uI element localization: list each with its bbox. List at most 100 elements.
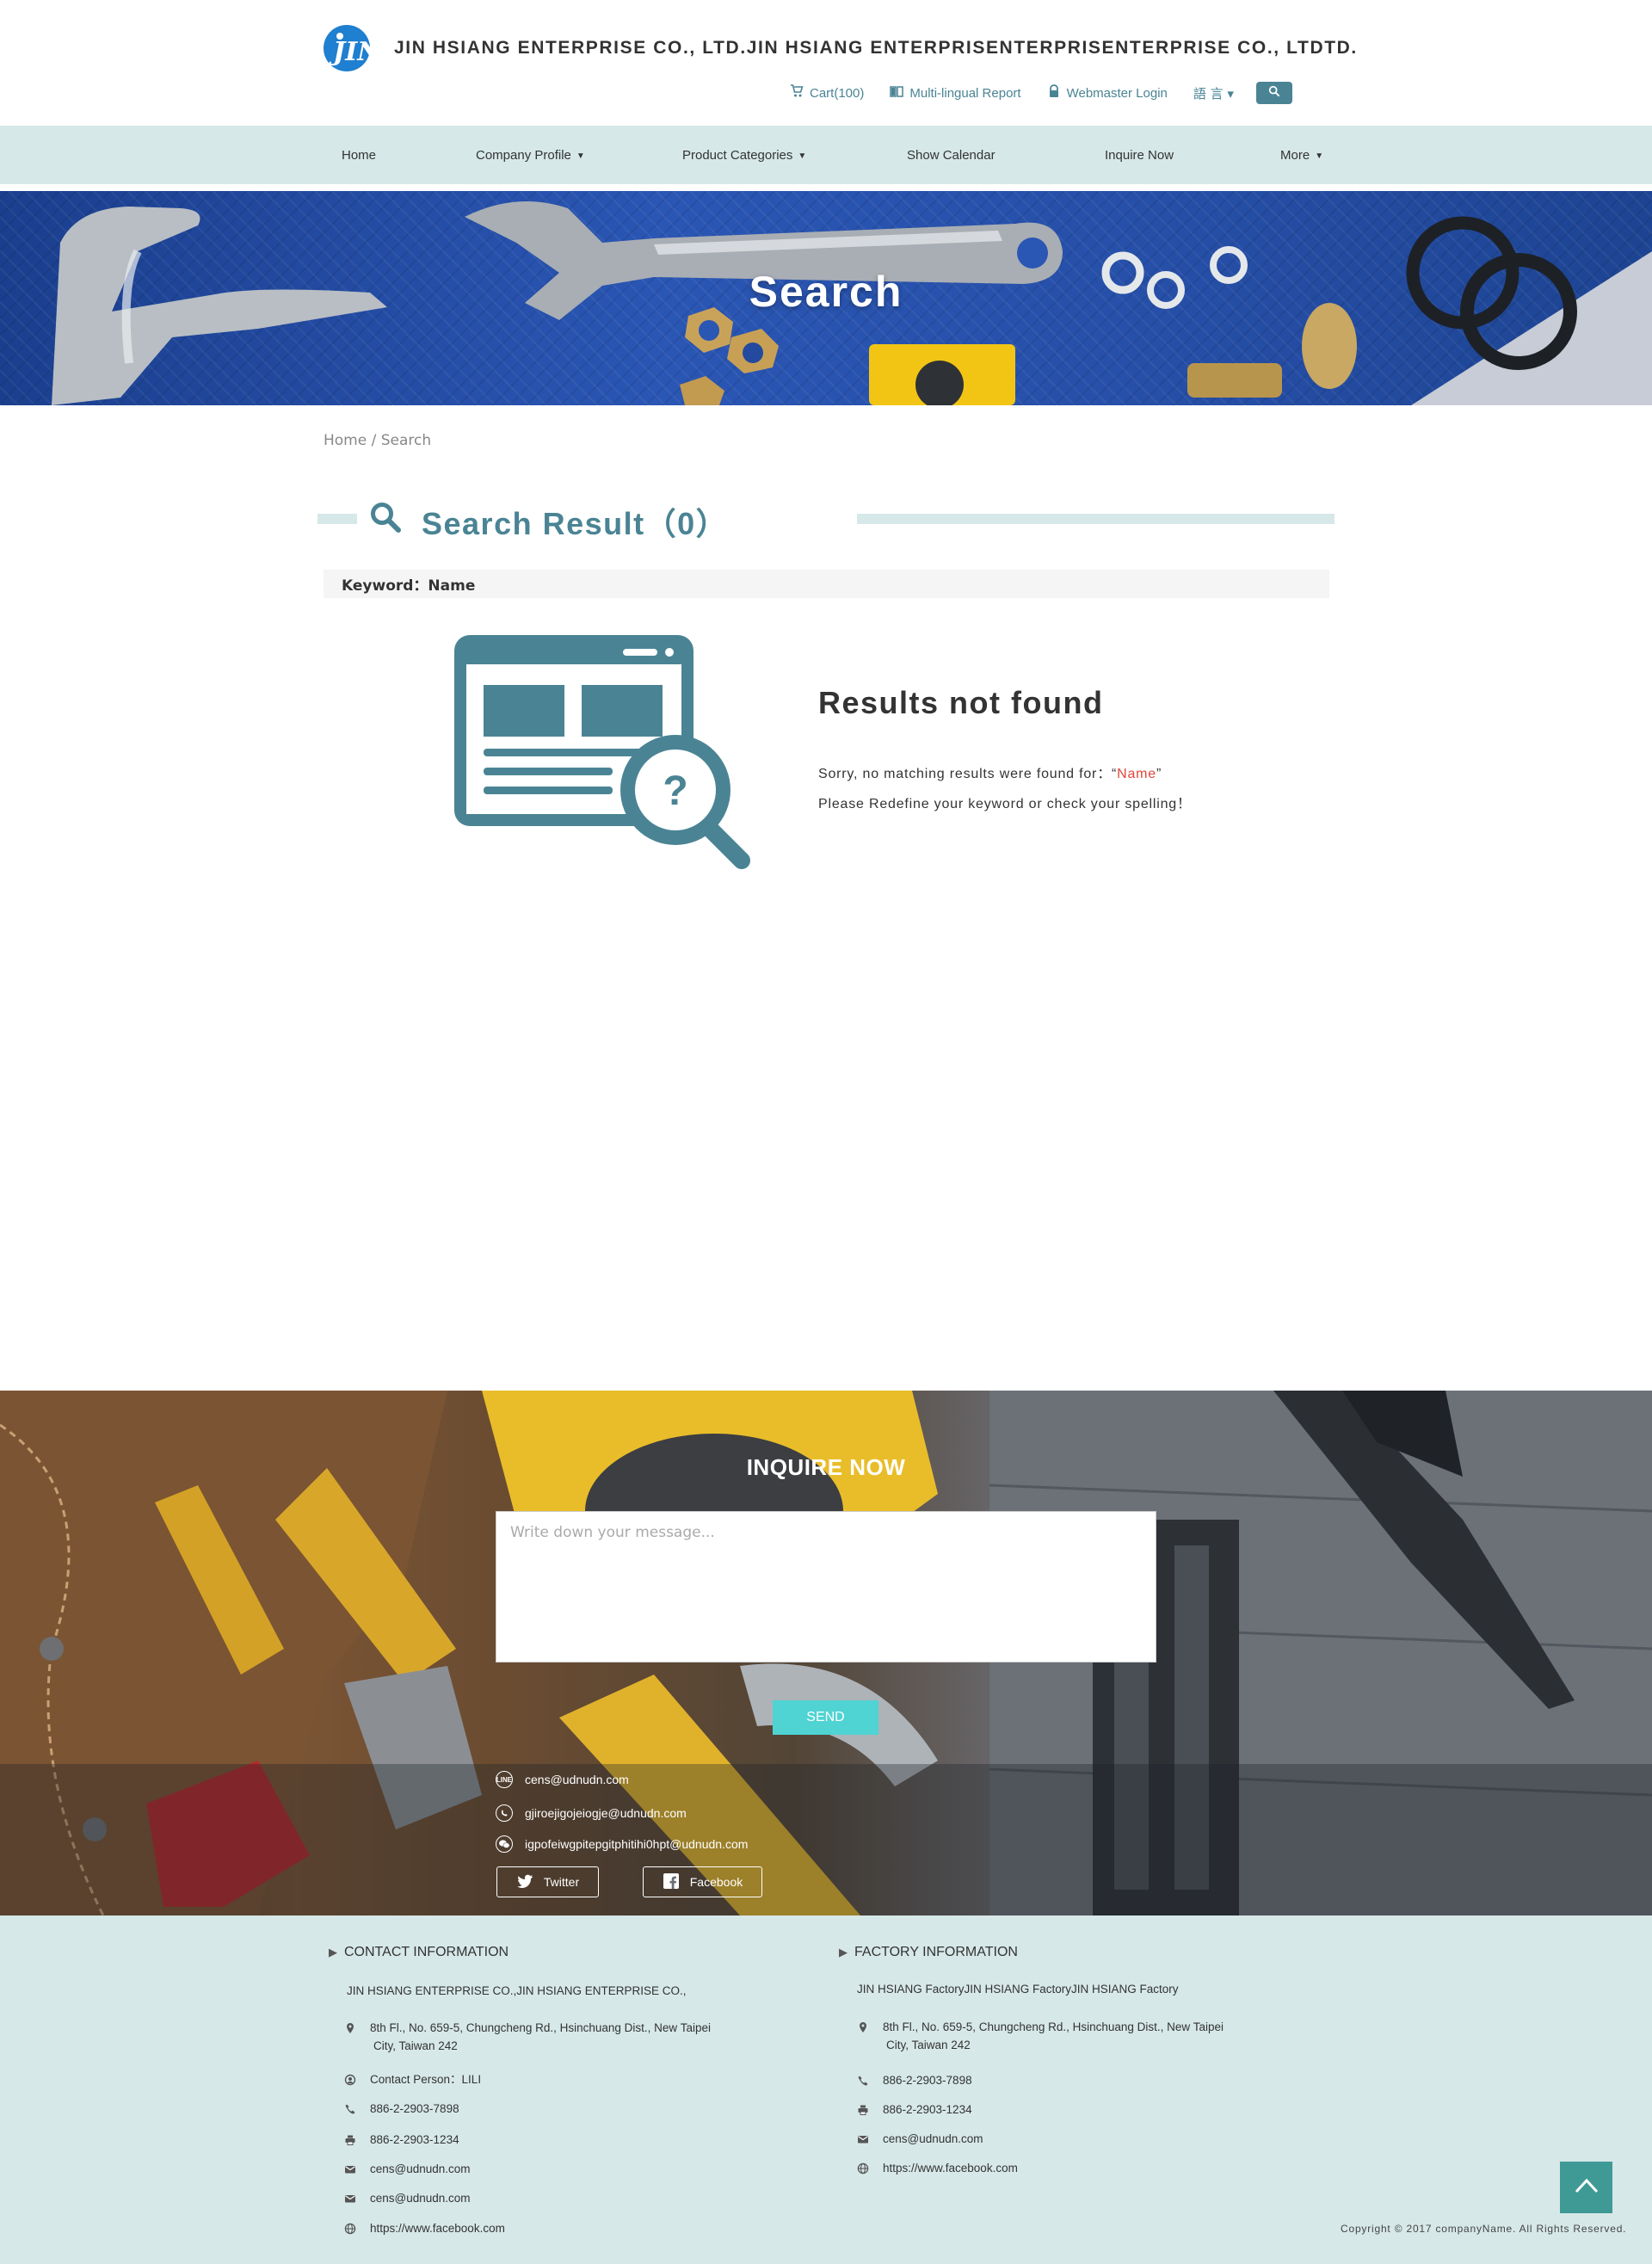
breadcrumb-current: Search (380, 432, 432, 449)
person-icon (344, 2073, 356, 2086)
factory-phone-value: 886-2-2903-7898 (883, 2074, 972, 2087)
contact-email-1[interactable]: cens@udnudn.com (344, 2160, 471, 2178)
main-navigation: Home Company Profile ▼ Product Categorie… (0, 126, 1652, 184)
contact-phone[interactable]: 886-2-2903-7898 (344, 2100, 459, 2118)
location-pin-icon (344, 2021, 356, 2033)
factory-address-line2: City, Taiwan 242 (886, 2039, 971, 2051)
contact-info-heading: ▶ CONTACT INFORMATION (329, 1945, 509, 1960)
nav-item-label: Inquire Now (1105, 147, 1174, 163)
keyword-label: Keyword：Name (342, 577, 476, 595)
factory-address: 8th Fl., No. 659-5, Chungcheng Rd., Hsin… (857, 2018, 1224, 2054)
page-banner: Search (0, 191, 1652, 405)
contact-website[interactable]: https://www.facebook.com (344, 2219, 505, 2237)
nav-item-show-calendar[interactable]: Show Calendar (907, 126, 996, 184)
envelope-icon (857, 2132, 869, 2144)
factory-email-value: cens@udnudn.com (883, 2132, 983, 2145)
site-title[interactable]: JIN HSIANG ENTERPRISE CO., LTD.JIN HSIAN… (394, 38, 1358, 59)
factory-fax-value: 886-2-2903-1234 (883, 2103, 972, 2116)
wechat-contact[interactable]: igpofeiwgpitepgitphitihi0hpt@udnudn.com (496, 1835, 748, 1853)
send-button[interactable]: SEND (773, 1700, 878, 1735)
nav-item-label: More (1280, 147, 1310, 163)
envelope-icon (344, 2162, 356, 2175)
nav-item-home[interactable]: Home (342, 126, 376, 184)
whatsapp-contact[interactable]: gjiroejigojeiogje@udnudn.com (496, 1804, 687, 1822)
search-result-title: Search Result（0） (422, 506, 729, 541)
login-label: Webmaster Login (1066, 85, 1168, 101)
chevron-down-icon: ▼ (798, 151, 807, 161)
copyright: Copyright © 2017 companyName. All Rights… (1341, 2223, 1627, 2235)
globe-icon (344, 2222, 356, 2235)
report-label: Multi-lingual Report (909, 85, 1021, 101)
inquire-section: INQUIRE NOW SEND (0, 1391, 1652, 1915)
contact-email-2-value: cens@udnudn.com (370, 2192, 471, 2205)
breadcrumb-separator: / (367, 432, 381, 449)
nav-item-company-profile[interactable]: Company Profile ▼ (476, 126, 585, 184)
inquire-title: INQUIRE NOW (746, 1454, 906, 1480)
banner-title: Search (749, 268, 903, 316)
contact-email-2[interactable]: cens@udnudn.com (344, 2189, 471, 2207)
heading-decor-right (857, 514, 1335, 524)
searched-keyword: Name (1117, 767, 1157, 781)
wechat-icon (496, 1835, 513, 1853)
webmaster-login-link[interactable]: Webmaster Login (1047, 84, 1168, 102)
breadcrumb: Home / Search (324, 432, 431, 449)
factory-fax: 886-2-2903-1234 (857, 2101, 972, 2119)
nav-item-label: Show Calendar (907, 147, 996, 163)
factory-heading-label: FACTORY INFORMATION (854, 1945, 1018, 1959)
contact-person-value: Contact Person：LILI (370, 2073, 482, 2086)
facebook-label: Facebook (689, 1875, 743, 1889)
contact-fax: 886-2-2903-1234 (344, 2131, 459, 2149)
inquire-message-input[interactable] (496, 1511, 1156, 1663)
language-label: 語 言 ▾ (1193, 85, 1234, 102)
line-contact[interactable]: LINE cens@udnudn.com (496, 1771, 629, 1788)
contact-heading-label: CONTACT INFORMATION (344, 1945, 509, 1959)
lock-icon (1047, 84, 1061, 102)
contact-address-line2: City, Taiwan 242 (373, 2039, 458, 2052)
phone-icon (344, 2102, 356, 2114)
factory-phone[interactable]: 886-2-2903-7898 (857, 2071, 972, 2089)
not-found-message: Sorry, no matching results were found fo… (818, 762, 1162, 782)
facebook-button[interactable]: Facebook (643, 1866, 762, 1897)
factory-email[interactable]: cens@udnudn.com (857, 2130, 983, 2148)
not-found-prefix: Sorry, no matching results were found fo… (818, 767, 1118, 781)
location-pin-icon (857, 2020, 869, 2033)
factory-address-line1: 8th Fl., No. 659-5, Chungcheng Rd., Hsin… (883, 2020, 1224, 2033)
breadcrumb-home[interactable]: Home (324, 432, 367, 449)
contact-company-name: JIN HSIANG ENTERPRISE CO.,JIN HSIANG ENT… (347, 1984, 687, 1997)
company-logo[interactable]: JIN (323, 24, 383, 72)
factory-info-heading: ▶ FACTORY INFORMATION (839, 1945, 1018, 1960)
contact-email-1-value: cens@udnudn.com (370, 2162, 471, 2175)
nav-item-inquire-now[interactable]: Inquire Now (1105, 126, 1174, 184)
nav-divider (0, 184, 1652, 191)
factory-website[interactable]: https://www.facebook.com (857, 2159, 1018, 2177)
nav-item-more[interactable]: More ▼ (1280, 126, 1323, 184)
chevron-down-icon: ▼ (576, 151, 585, 161)
back-to-top-button[interactable] (1560, 2162, 1612, 2213)
line-icon: LINE (496, 1771, 513, 1788)
phone-icon (857, 2074, 869, 2086)
header-search-button[interactable] (1255, 82, 1292, 104)
chevron-down-icon: ▼ (1315, 151, 1324, 161)
search-icon (1268, 85, 1280, 101)
whatsapp-contact-value: gjiroejigojeiogje@udnudn.com (525, 1806, 687, 1820)
site-footer (0, 1915, 1652, 2264)
nav-item-label: Company Profile (476, 147, 571, 163)
twitter-icon (516, 1872, 533, 1892)
not-found-title: Results not found (818, 685, 1104, 720)
printer-icon (344, 2133, 356, 2145)
multilingual-report-link[interactable]: Multi-lingual Report (890, 84, 1021, 102)
whatsapp-icon (496, 1804, 513, 1822)
twitter-label: Twitter (543, 1875, 580, 1889)
svg-text:JIN: JIN (329, 37, 382, 67)
utility-bar: Cart(100) Multi-lingual Report Webmaster… (790, 81, 1292, 105)
globe-icon (857, 2162, 869, 2175)
language-selector[interactable]: 語 言 ▾ (1193, 84, 1234, 102)
contact-address: 8th Fl., No. 659-5, Chungcheng Rd., Hsin… (344, 2019, 711, 2055)
facebook-icon (663, 1872, 680, 1892)
factory-company-name: JIN HSIANG FactoryJIN HSIANG FactoryJIN … (857, 1983, 1179, 1996)
twitter-button[interactable]: Twitter (496, 1866, 599, 1897)
book-icon (890, 84, 904, 102)
nav-item-product-categories[interactable]: Product Categories ▼ (682, 126, 806, 184)
cart-link[interactable]: Cart(100) (790, 84, 864, 102)
search-icon (369, 501, 402, 534)
